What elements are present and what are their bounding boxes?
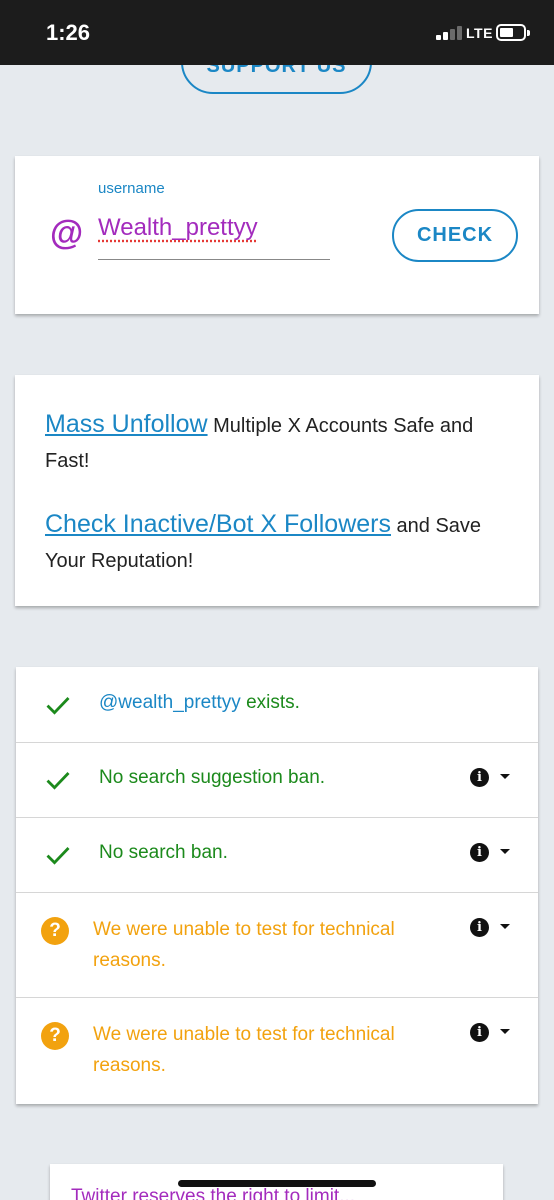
results-card: @wealth_prettyy exists. No search sugges…	[16, 667, 538, 1104]
question-icon: ?	[41, 917, 69, 945]
info-icon[interactable]: i	[470, 768, 489, 787]
result-row-search-ban[interactable]: No search ban. i	[16, 818, 538, 893]
username-search-card: @ username Wealth_prettyy CHECK	[15, 156, 539, 314]
info-icon[interactable]: i	[470, 1023, 489, 1042]
question-icon: ?	[41, 1022, 69, 1050]
caret-down-icon[interactable]	[500, 924, 510, 929]
footer-note: Twitter reserves the right to limit...	[71, 1186, 356, 1200]
result-row-technical-2[interactable]: ? We were unable to test for technical r…	[16, 998, 538, 1104]
at-icon: @	[50, 214, 84, 252]
result-row-suggestion-ban[interactable]: No search suggestion ban. i	[16, 743, 538, 818]
caret-down-icon[interactable]	[500, 1029, 510, 1034]
input-underline	[98, 259, 330, 260]
status-time: 1:26	[46, 20, 91, 45]
result-text: We were unable to test for technical rea…	[93, 919, 395, 971]
result-row-exists: @wealth_prettyy exists.	[16, 667, 538, 743]
caret-down-icon[interactable]	[500, 774, 510, 779]
check-icon	[46, 772, 70, 790]
check-icon	[46, 847, 70, 865]
home-indicator[interactable]	[178, 1180, 376, 1187]
promo-line-unfollow: Mass Unfollow Multiple X Accounts Safe a…	[45, 407, 515, 479]
signal-icon	[436, 26, 464, 40]
result-text: @wealth_prettyy exists.	[99, 687, 300, 718]
info-icon[interactable]: i	[470, 918, 489, 937]
mass-unfollow-link[interactable]: Mass Unfollow	[45, 410, 208, 438]
battery-icon	[496, 24, 530, 41]
result-exists-text: exists.	[240, 692, 300, 713]
result-text: We were unable to test for technical rea…	[93, 1024, 395, 1076]
result-text: No search ban.	[99, 842, 228, 863]
check-button[interactable]: CHECK	[392, 209, 518, 262]
network-label: LTE	[466, 25, 493, 41]
support-button-area: SUPPORT US	[0, 65, 554, 105]
support-us-button[interactable]: SUPPORT US	[181, 65, 372, 94]
caret-down-icon[interactable]	[500, 849, 510, 854]
result-text: No search suggestion ban.	[99, 767, 326, 788]
promo-line-inactive: Check Inactive/Bot X Followers and Save …	[45, 507, 515, 579]
status-bar: 1:26 LTE	[0, 0, 554, 65]
info-icon[interactable]: i	[470, 843, 489, 862]
result-handle: @wealth_prettyy	[99, 692, 241, 713]
username-label: username	[98, 180, 165, 197]
check-inactive-link[interactable]: Check Inactive/Bot X Followers	[45, 510, 391, 538]
promo-card: Mass Unfollow Multiple X Accounts Safe a…	[15, 375, 539, 606]
check-icon	[46, 697, 70, 715]
result-row-technical-1[interactable]: ? We were unable to test for technical r…	[16, 893, 538, 998]
username-input[interactable]: Wealth_prettyy	[98, 214, 258, 242]
